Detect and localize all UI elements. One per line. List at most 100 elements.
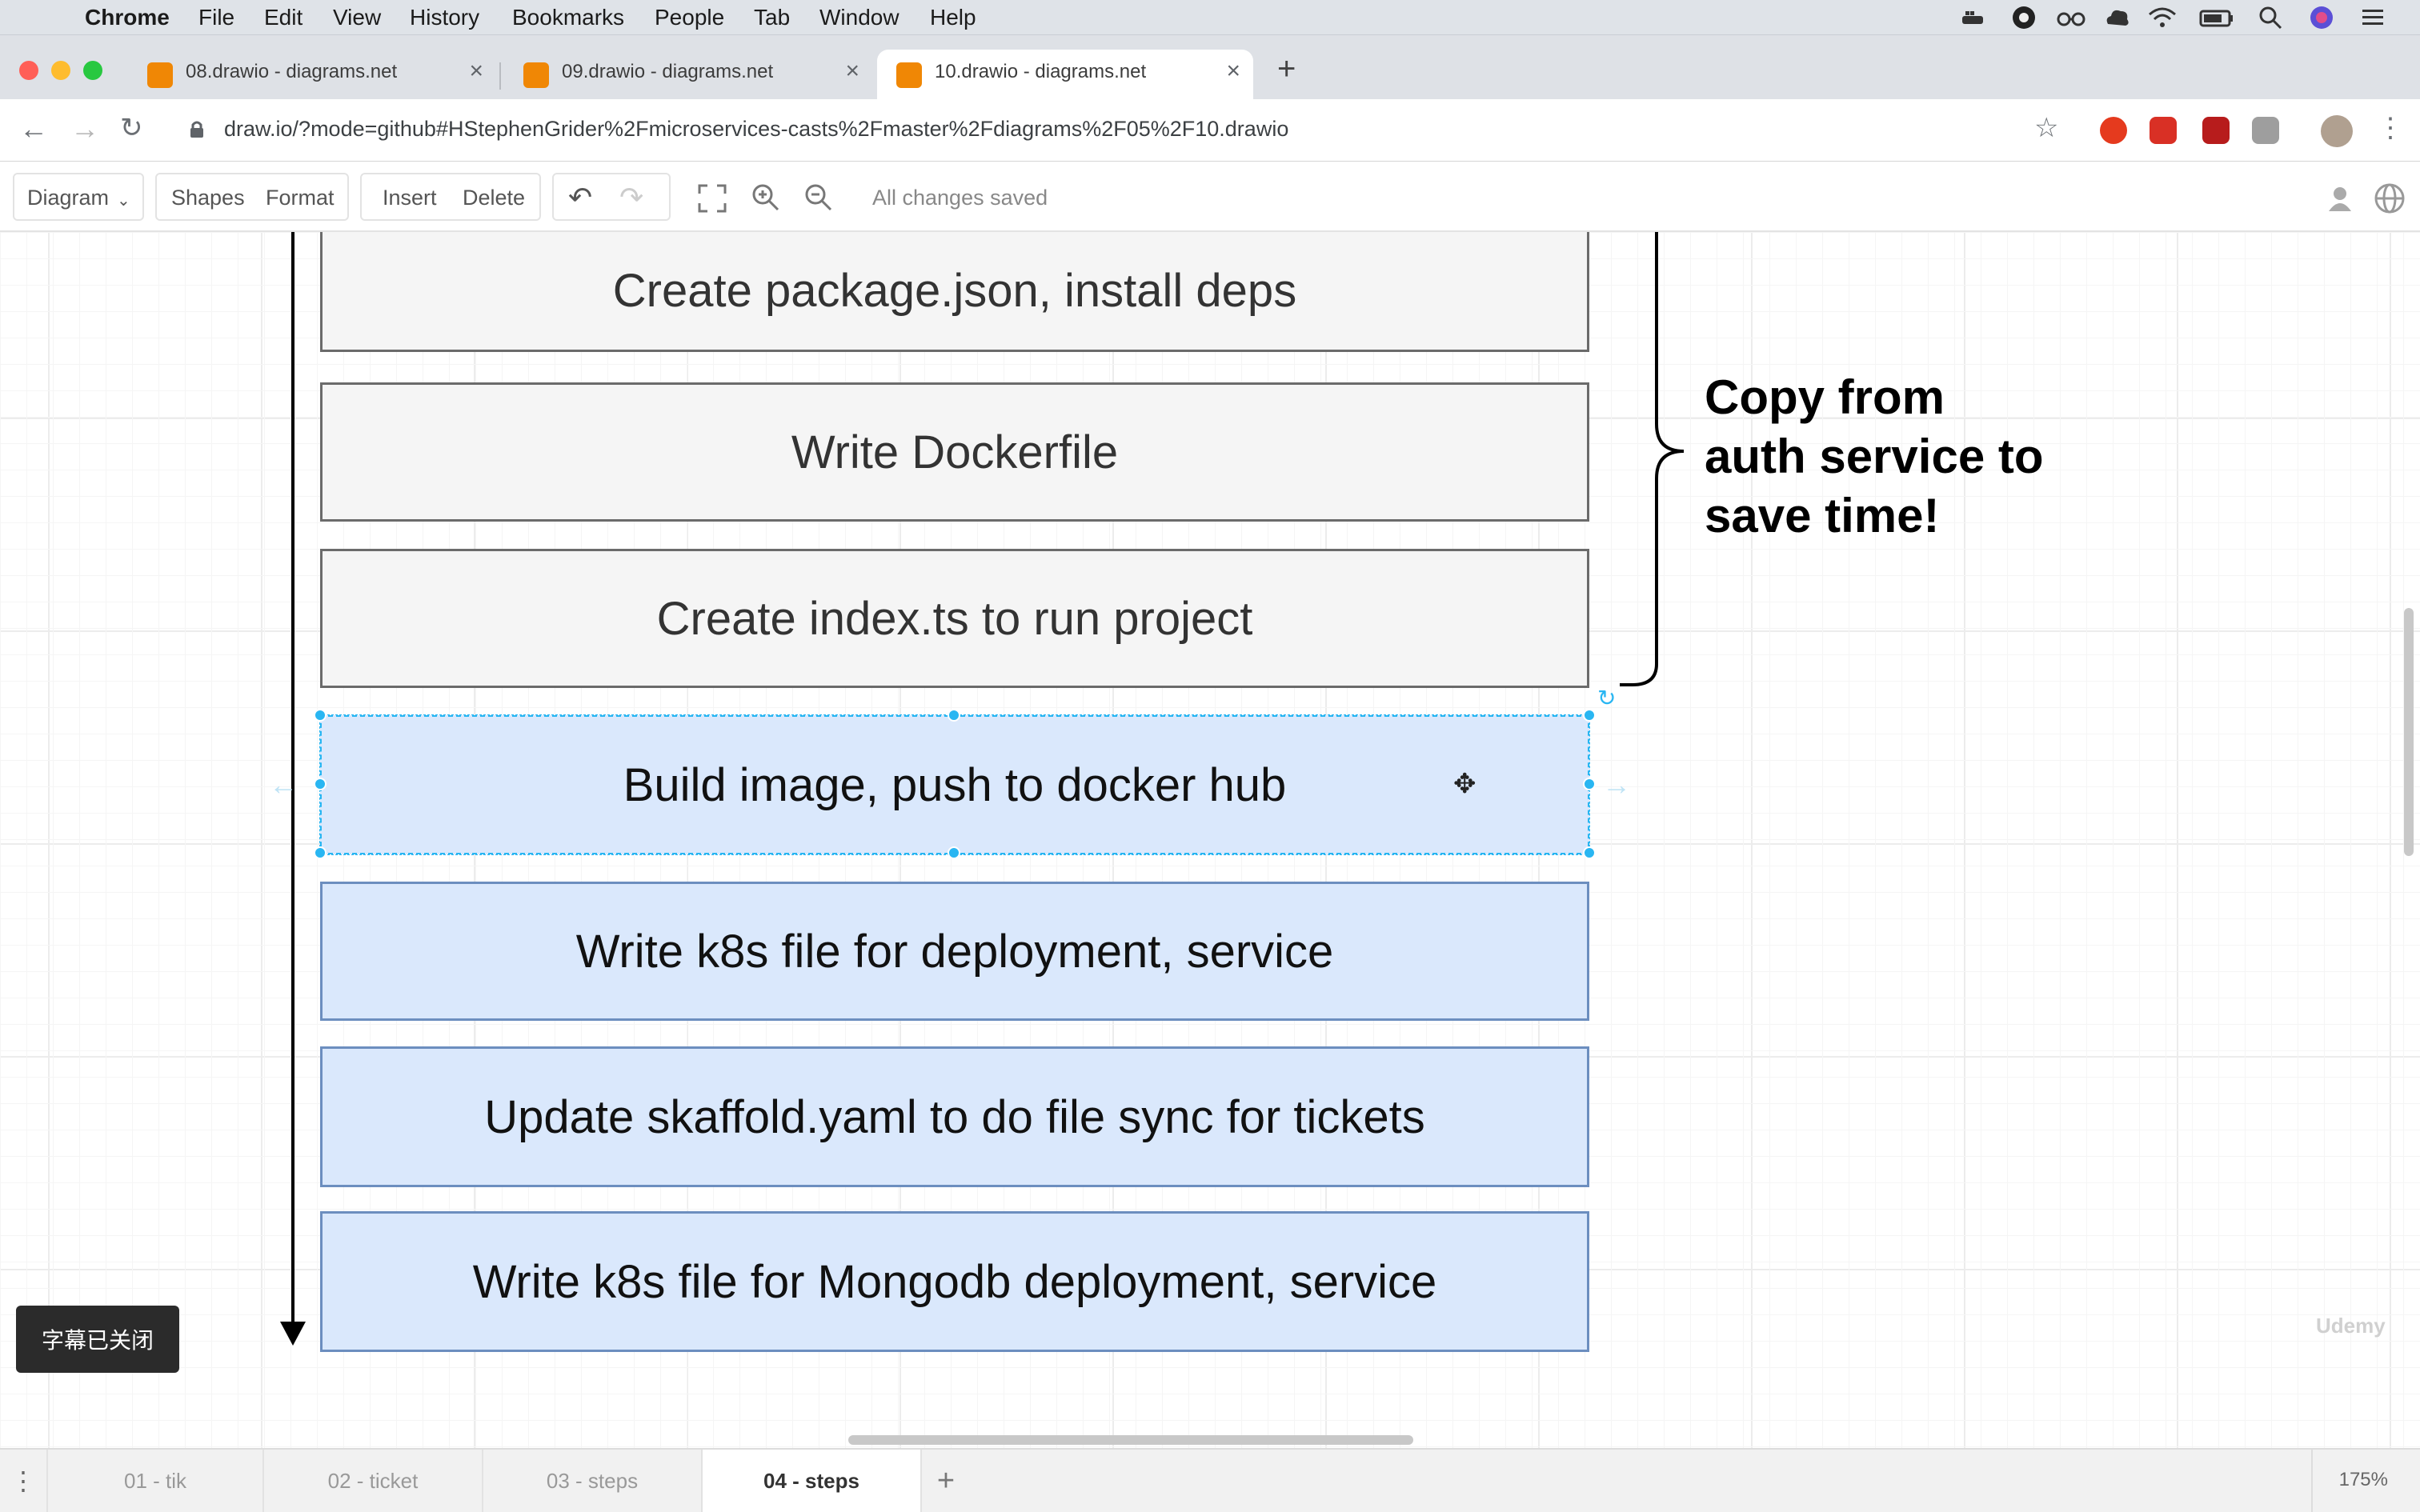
step-label: Update skaffold.yaml to do file sync for…	[484, 1090, 1425, 1143]
step-box[interactable]: Write k8s file for deployment, service	[320, 882, 1589, 1021]
extension-icon[interactable]	[2252, 117, 2279, 144]
move-cursor-icon: ✥	[1453, 769, 1476, 799]
menu-file[interactable]: File	[198, 5, 234, 30]
step-label: Write k8s file for deployment, service	[575, 925, 1334, 978]
diagram-menu-label: Diagram	[27, 186, 110, 210]
menu-window[interactable]: Window	[819, 5, 899, 30]
language-globe-icon[interactable]	[2374, 182, 2406, 214]
cloud-icon[interactable]	[2103, 5, 2130, 30]
redo-icon[interactable]: ↷	[619, 181, 643, 214]
glasses-icon[interactable]	[2055, 5, 2085, 30]
curly-brace[interactable]	[1609, 232, 1697, 696]
forward-icon[interactable]: →	[70, 112, 99, 146]
zoom-out-icon[interactable]	[803, 182, 834, 213]
browser-tab[interactable]: 08.drawio - diagrams.net ×	[128, 50, 496, 99]
tab-close-icon[interactable]: ×	[469, 58, 483, 85]
zoom-level[interactable]: 175%	[2339, 1469, 2388, 1491]
resize-handle[interactable]	[314, 846, 327, 859]
resize-handle[interactable]	[1583, 846, 1596, 859]
page-tab[interactable]: 02 - ticket	[264, 1450, 483, 1512]
resize-handle[interactable]	[948, 846, 960, 859]
obs-icon[interactable]	[2010, 5, 2037, 30]
menu-people[interactable]: People	[655, 5, 724, 30]
window-zoom-button[interactable]	[83, 61, 102, 80]
lock-icon	[189, 120, 205, 138]
connect-arrow-right-icon[interactable]: →	[1602, 768, 1631, 802]
drawio-favicon-icon	[896, 62, 922, 88]
bookmark-star-icon[interactable]: ☆	[2034, 112, 2058, 144]
delete-button[interactable]: Delete	[463, 186, 525, 210]
page-tab-bar: ⋮ 01 - tik 02 - ticket 03 - steps 04 - s…	[0, 1448, 2420, 1512]
shield-extension-icon[interactable]	[2202, 117, 2230, 144]
step-label: Create package.json, install deps	[612, 264, 1297, 317]
page-tab-active[interactable]: 04 - steps	[703, 1450, 922, 1512]
resize-handle[interactable]	[948, 709, 960, 722]
format-button[interactable]: Format	[266, 186, 335, 210]
window-close-button[interactable]	[19, 61, 38, 80]
resize-handle[interactable]	[314, 778, 327, 790]
spotlight-search-icon[interactable]	[2257, 5, 2284, 30]
wifi-icon[interactable]	[2148, 5, 2176, 30]
drawio-favicon-icon	[523, 62, 549, 88]
page-tab[interactable]: 03 - steps	[483, 1450, 703, 1512]
add-page-button[interactable]: +	[922, 1450, 970, 1512]
page-tab[interactable]: 01 - tik	[48, 1450, 264, 1512]
menu-bookmarks[interactable]: Bookmarks	[512, 5, 624, 30]
step-label: Write k8s file for Mongodb deployment, s…	[472, 1255, 1437, 1308]
undo-icon[interactable]: ↶	[568, 181, 592, 214]
note-line: auth service to	[1705, 430, 2044, 483]
menu-app-name[interactable]: Chrome	[85, 5, 170, 30]
resize-handle[interactable]	[1583, 709, 1596, 722]
step-box[interactable]: Write k8s file for Mongodb deployment, s…	[320, 1211, 1589, 1352]
drawio-favicon-icon	[147, 62, 173, 88]
divider	[2311, 1450, 2313, 1512]
diagram-canvas[interactable]: Create package.json, install deps Write …	[0, 232, 2420, 1448]
pages-menu-icon[interactable]: ⋮	[0, 1450, 48, 1512]
step-box[interactable]: Write Dockerfile	[320, 382, 1589, 522]
menu-help[interactable]: Help	[930, 5, 976, 30]
profile-avatar[interactable]	[2321, 115, 2353, 147]
siri-icon[interactable]	[2308, 5, 2335, 30]
zoom-in-icon[interactable]	[751, 182, 781, 213]
docker-icon[interactable]	[1959, 5, 1986, 30]
opera-extension-icon[interactable]	[2100, 117, 2127, 144]
url-field[interactable]: draw.io/?mode=github#HStephenGrider%2Fmi…	[224, 117, 1288, 142]
step-box[interactable]: Create package.json, install deps	[320, 232, 1589, 352]
udemy-watermark-logo: Udemy	[2316, 1314, 2386, 1338]
menu-edit[interactable]: Edit	[264, 5, 302, 30]
step-box-selected[interactable]: Build image, push to docker hub	[319, 714, 1590, 855]
chrome-menu-icon[interactable]: ⋮	[2377, 112, 2404, 144]
tab-close-icon[interactable]: ×	[845, 58, 859, 85]
shapes-button[interactable]: Shapes	[171, 186, 245, 210]
menu-view[interactable]: View	[333, 5, 381, 30]
reload-icon[interactable]: ↻	[120, 112, 143, 144]
window-minimize-button[interactable]	[51, 61, 70, 80]
fullscreen-icon[interactable]	[698, 184, 727, 213]
new-tab-button[interactable]: +	[1277, 51, 1296, 87]
insert-button[interactable]: Insert	[383, 186, 437, 210]
extension-icon[interactable]	[2150, 117, 2177, 144]
vertical-scrollbar[interactable]	[2404, 608, 2414, 856]
browser-tab-active[interactable]: 10.drawio - diagrams.net ×	[877, 50, 1253, 99]
resize-handle[interactable]	[314, 709, 327, 722]
user-icon[interactable]	[2326, 184, 2354, 213]
battery-icon[interactable]	[2199, 5, 2233, 30]
horizontal-scrollbar[interactable]	[848, 1435, 1413, 1445]
menu-history[interactable]: History	[410, 5, 479, 30]
step-label: Create index.ts to run project	[656, 592, 1253, 645]
notification-center-icon[interactable]	[2359, 5, 2386, 30]
subtitles-off-badge: 字幕已关闭	[16, 1306, 179, 1373]
browser-tab[interactable]: 09.drawio - diagrams.net ×	[504, 50, 872, 99]
tab-close-icon[interactable]: ×	[1226, 58, 1240, 85]
back-icon[interactable]: ←	[19, 112, 48, 146]
diagram-menu-button[interactable]: Diagram ⌄	[13, 173, 144, 221]
annotation-note[interactable]: Copy from auth service to save time!	[1705, 368, 2044, 546]
step-box[interactable]: Create index.ts to run project	[320, 549, 1589, 688]
save-status-text: All changes saved	[872, 186, 1048, 210]
menu-tab[interactable]: Tab	[754, 5, 790, 30]
connect-arrow-left-icon[interactable]: ←	[269, 768, 298, 802]
resize-handle[interactable]	[1583, 778, 1596, 790]
step-box[interactable]: Update skaffold.yaml to do file sync for…	[320, 1046, 1589, 1187]
tab-divider	[499, 62, 501, 90]
tab-title: 09.drawio - diagrams.net	[562, 61, 774, 82]
